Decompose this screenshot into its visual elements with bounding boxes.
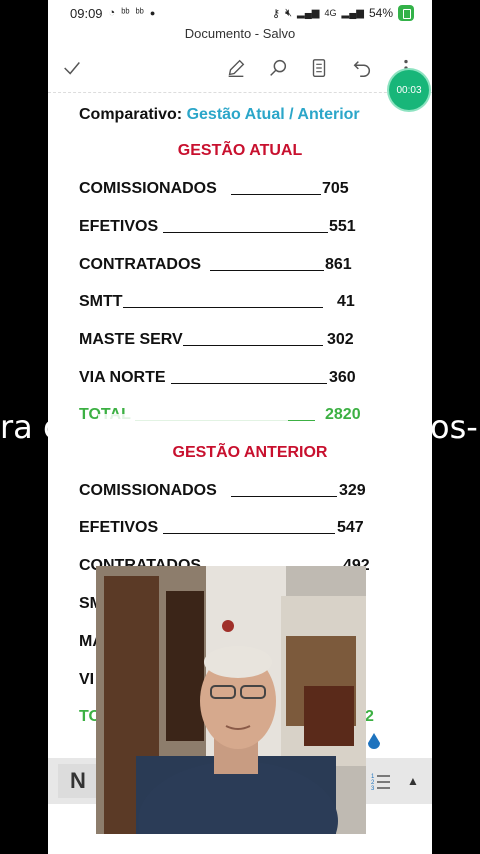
heading-prefix: Comparativo: [79,106,183,123]
status-time: 09:09 [70,5,103,21]
signal-icon: ▂▄▆ [297,7,320,19]
row-label: SMTT [79,293,123,310]
expand-up-icon[interactable]: ▲ [402,770,424,792]
battery-icon [398,5,414,21]
row-label: EFETIVOS [79,519,159,536]
app-icon: ᵇᵇ [121,7,130,19]
undo-icon[interactable] [348,54,376,82]
recording-timer-badge[interactable]: 00:03 [389,70,429,110]
table-row: COMISSIONADOS 705 [79,180,379,200]
row-value: 705 [322,180,349,197]
row-value: 547 [337,519,364,536]
numbered-list-icon[interactable]: 1 2 3 [370,770,392,792]
leader-line [183,345,323,346]
table-row: MASTE SERV 302 [79,331,379,351]
heading-accent: Gestão Atual / Anterior [186,106,360,123]
pen-icon[interactable] [222,54,250,82]
row-label: EFETIVOS [79,218,159,235]
search-icon[interactable] [264,54,292,82]
toolbar [48,50,432,86]
leader-line [163,232,328,233]
key-icon: ⚷ [272,7,281,20]
table-row: VIA NORTE 360 [79,369,379,389]
leader-line [210,270,324,271]
document-title: Documento - Salvo [184,26,296,41]
caption-mask [98,414,288,428]
table-row: CONTRATADOS 861 [79,256,379,276]
webcam-overlay [96,566,366,834]
section-title-current: GESTÃO ATUAL [177,142,303,159]
section-title-previous: GESTÃO ANTERIOR [172,444,328,461]
network-4g-icon: 4G [324,8,337,18]
document-heading: Comparativo: Gestão Atual / Anterior [79,106,360,124]
whatsapp-icon: ◔ [108,7,116,19]
row-label: CONTRATADOS [79,256,202,273]
svg-text:3: 3 [371,786,375,792]
table-row: EFETIVOS 551 [79,218,379,238]
table-row: SMTT 41 [79,293,379,313]
row-value: 302 [327,331,354,348]
row-value: 329 [339,482,366,499]
table-row: COMISSIONADOS 329 [79,482,379,502]
table-row: EFETIVOS 547 [79,519,379,539]
row-label: COMISSIONADOS [79,180,217,197]
video-caption-right: os- [430,408,478,446]
check-icon[interactable] [58,54,86,82]
row-label: VI [79,671,95,688]
row-value: 551 [329,218,356,235]
row-label: MASTE SERV [79,331,183,348]
signal-icon: ▂▄▆ [341,7,364,19]
battery-percent: 54% [368,6,393,20]
total-value: 2820 [325,406,361,423]
row-value: 41 [337,293,355,310]
leader-line [231,496,337,497]
total-value: 2 [365,708,374,725]
row-value: 861 [325,256,352,273]
video-caption-left: ra c [0,408,61,446]
leader-line [171,383,327,384]
status-bar: 09:09 ◔ ᵇᵇ ᵇᵇ ● ⚷ 🔇︎ ▂▄▆ 4G ▂▄▆ 54% [48,0,432,26]
leader-line [123,307,323,308]
leader-line [231,194,321,195]
row-label: COMISSIONADOS [79,482,217,499]
paragraph-style-button[interactable]: N [58,764,98,798]
text-cursor-handle[interactable] [366,733,382,753]
row-label: VIA NORTE [79,369,166,386]
dot-icon: ● [149,8,156,18]
reading-mode-icon[interactable] [305,54,333,82]
app-icon: ᵇᵇ [135,7,144,19]
toolbar-divider [48,92,432,93]
leader-line [163,533,335,534]
mute-icon: 🔇︎ [285,6,293,19]
row-value: 360 [329,369,356,386]
